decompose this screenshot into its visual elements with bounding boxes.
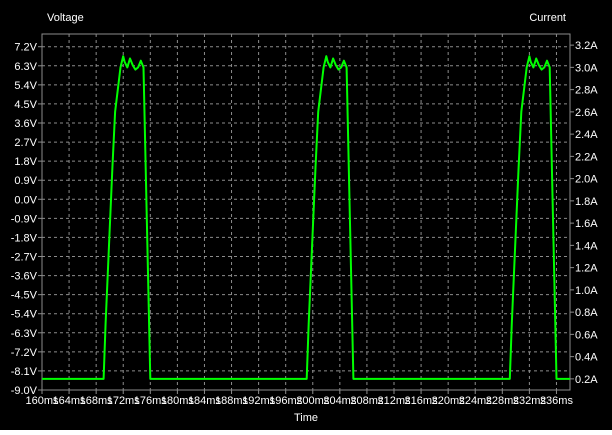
y-right-tick-label: 1.8A — [575, 196, 598, 208]
waveform-plot[interactable]: 160ms164ms168ms172ms176ms180ms184ms188ms… — [0, 0, 612, 430]
y-right-tick-label: 1.2A — [575, 263, 598, 275]
y-right-tick-label: 0.8A — [575, 307, 598, 319]
y-left-tick-label: 0.0V — [14, 194, 37, 206]
trace-layer — [42, 55, 570, 380]
y-left-tick-label: -6.3V — [11, 328, 38, 340]
right-axis-title: Current — [529, 12, 566, 24]
y-right-tick-label: 2.4A — [575, 129, 598, 141]
x-tick-label: 236ms — [540, 395, 574, 407]
y-right-tick-label: 1.0A — [575, 285, 598, 297]
y-right-tick-label: 3.2A — [575, 40, 598, 52]
y-left-tick-label: 1.8V — [14, 156, 37, 168]
y-left-tick-label: 5.4V — [14, 80, 37, 92]
y-left-tick-label: -5.4V — [11, 309, 38, 321]
y-left-tick-label: 0.9V — [14, 175, 37, 187]
plot-frame — [41, 33, 571, 391]
y-right-tick-label: 1.4A — [575, 240, 598, 252]
y-right-tick-labels: 3.2A 3.0A 2.8A 2.6A 2.4A 2.2A 2.0A 1.8A 1.6A 1.4A… — [575, 40, 598, 386]
waveform-viewer: 160ms 164ms 168ms 172ms 176ms 180ms 184ms 188ms… — [0, 0, 612, 430]
grid — [41, 34, 570, 391]
y-left-tick-label: 4.5V — [14, 99, 37, 111]
y-left-tick-label: -1.8V — [11, 232, 38, 244]
left-axis-title: Voltage — [47, 12, 84, 24]
y-right-tick-label: 2.8A — [575, 85, 598, 97]
y-right-tick-label: 2.6A — [575, 107, 598, 119]
x-axis-title: Time — [294, 412, 318, 424]
y-left-tick-label: 2.7V — [14, 137, 37, 149]
y-right-tick-label: 0.2A — [575, 374, 598, 386]
y-left-tick-label: -2.7V — [11, 252, 38, 264]
y-left-tick-label: -9.0V — [11, 385, 38, 397]
y-left-tick-label: -3.6V — [11, 271, 38, 283]
x-tick-labels: 160ms164ms168ms172ms176ms180ms184ms188ms… — [25, 395, 573, 407]
y-left-tick-label: 6.3V — [14, 61, 37, 73]
y-left-tick-label: 7.2V — [14, 42, 37, 54]
y-right-tick-label: 0.4A — [575, 352, 598, 364]
y-left-tick-label: -8.1V — [11, 366, 38, 378]
y-left-tick-label: 3.6V — [14, 118, 37, 130]
y-left-tick-label: -4.5V — [11, 290, 38, 302]
y-right-tick-label: 0.6A — [575, 329, 598, 341]
y-left-tick-label: -7.2V — [11, 347, 38, 359]
y-right-tick-label: 2.2A — [575, 151, 598, 163]
axis-ticks — [38, 44, 574, 394]
series-line — [42, 55, 570, 380]
y-left-tick-labels: 7.2V 6.3V 5.4V 4.5V 3.6V 2.7V 1.8V 0.9V 0.0V -0.9… — [11, 42, 38, 397]
y-right-tick-label: 3.0A — [575, 62, 598, 74]
y-right-tick-label: 1.6A — [575, 218, 598, 230]
y-left-tick-label: -0.9V — [11, 213, 38, 225]
y-right-tick-label: 2.0A — [575, 174, 598, 186]
